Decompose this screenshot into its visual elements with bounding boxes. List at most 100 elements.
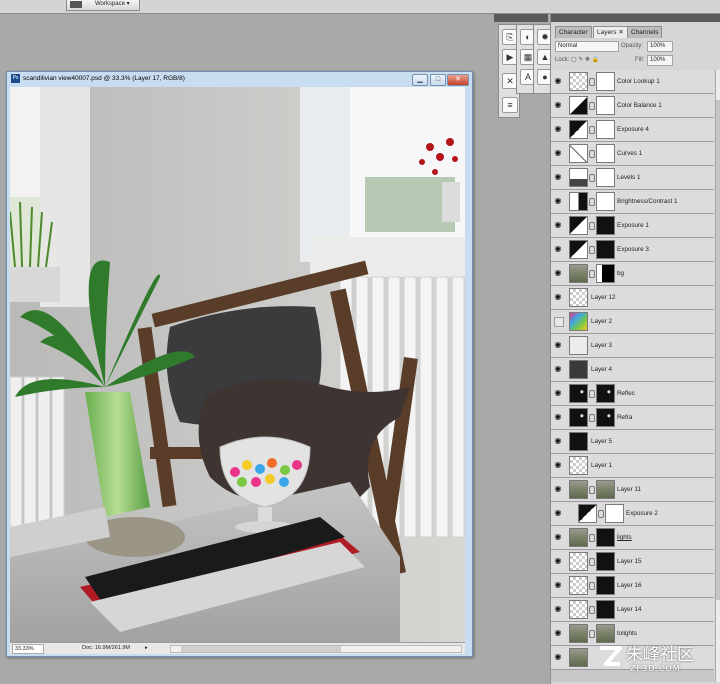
blend-mode-select[interactable]: Normal: [555, 41, 619, 52]
layer-mask-thumbnail[interactable]: [596, 600, 615, 619]
adjustment-thumbnail-icon[interactable]: [569, 192, 588, 211]
eye-visibility-icon[interactable]: ◉: [553, 364, 563, 374]
minimize-button[interactable]: ▁: [412, 74, 428, 86]
layer-mask-thumbnail[interactable]: [596, 144, 615, 163]
chain-link-icon[interactable]: [589, 534, 595, 542]
close-button[interactable]: ✕: [447, 74, 469, 86]
eye-visibility-icon[interactable]: ◉: [553, 460, 563, 470]
chain-link-icon[interactable]: [589, 558, 595, 566]
eye-visibility-icon[interactable]: ◉: [553, 76, 563, 86]
layer-thumbnail[interactable]: [569, 432, 588, 451]
eye-visibility-icon[interactable]: ◉: [553, 628, 563, 638]
document-title-bar[interactable]: Ps scandilivian view40007.psd @ 33.3% (La…: [11, 72, 185, 86]
eye-visibility-icon[interactable]: ◉: [553, 172, 563, 182]
layer-mask-thumbnail[interactable]: [596, 384, 615, 403]
layer-thumbnail[interactable]: [569, 456, 588, 475]
chain-link-icon[interactable]: [589, 582, 595, 590]
adjustment-thumbnail-icon[interactable]: [569, 216, 588, 235]
fill-field[interactable]: 100%: [647, 55, 673, 66]
layer-mask-thumbnail[interactable]: [596, 576, 615, 595]
chain-link-icon[interactable]: [589, 630, 595, 638]
eye-visibility-icon[interactable]: ◉: [553, 124, 563, 134]
tools-panel-header[interactable]: [494, 14, 548, 22]
layer-thumbnail[interactable]: [569, 624, 588, 643]
layer-mask-thumbnail[interactable]: [596, 408, 615, 427]
adjustment-thumbnail-icon[interactable]: [569, 144, 588, 163]
document-canvas[interactable]: [10, 87, 465, 642]
chain-link-icon[interactable]: [598, 510, 604, 518]
adjustment-thumbnail-icon[interactable]: [569, 168, 588, 187]
chain-link-icon[interactable]: [589, 102, 595, 110]
scrollbar-thumb[interactable]: [181, 646, 341, 652]
eye-visibility-icon[interactable]: ◉: [553, 556, 563, 566]
layer-mask-thumbnail[interactable]: [596, 168, 615, 187]
layer-row[interactable]: Layer 2: [551, 310, 714, 334]
lock-icons[interactable]: ▢ ✎ ✥ 🔒: [571, 54, 599, 66]
layer-row[interactable]: ◉ Exposure 3: [551, 238, 714, 262]
notes-icon[interactable]: ≡: [502, 97, 518, 113]
layer-mask-thumbnail[interactable]: [596, 264, 615, 283]
layer-row[interactable]: ◉ bg: [551, 262, 714, 286]
chain-link-icon[interactable]: [589, 126, 595, 134]
layer-row[interactable]: ◉ Refra: [551, 406, 714, 430]
layer-row[interactable]: ◉ Reflec: [551, 382, 714, 406]
tab-character[interactable]: Character: [555, 26, 592, 38]
chain-link-icon[interactable]: [589, 414, 595, 422]
workspace-button[interactable]: Workspace ▾: [66, 0, 140, 11]
eye-visibility-icon[interactable]: ◉: [553, 220, 563, 230]
chain-link-icon[interactable]: [589, 606, 595, 614]
maximize-button[interactable]: □: [430, 74, 446, 86]
layer-thumbnail[interactable]: [569, 384, 588, 403]
eye-visibility-icon[interactable]: ◉: [553, 196, 563, 206]
eye-visibility-icon[interactable]: ◉: [553, 100, 563, 110]
layer-row[interactable]: ◉ Layer 12: [551, 286, 714, 310]
horizontal-scrollbar[interactable]: [170, 645, 462, 653]
chain-link-icon[interactable]: [589, 270, 595, 278]
status-menu-arrow-icon[interactable]: ▸: [145, 643, 148, 654]
layer-thumbnail[interactable]: [569, 552, 588, 571]
eye-visibility-icon[interactable]: ◉: [553, 652, 563, 662]
eye-visibility-icon[interactable]: ◉: [553, 436, 563, 446]
chain-link-icon[interactable]: [589, 222, 595, 230]
layer-row[interactable]: ◉ lights: [551, 526, 714, 550]
layer-row[interactable]: ◉ Curves 1: [551, 142, 714, 166]
layer-mask-thumbnail[interactable]: [596, 480, 615, 499]
layer-row[interactable]: ◉ Layer 5: [551, 430, 714, 454]
chain-link-icon[interactable]: [589, 78, 595, 86]
layer-row[interactable]: ◉ Layer 4: [551, 358, 714, 382]
layer-row[interactable]: ◉ Layer 16: [551, 574, 714, 598]
layer-thumbnail[interactable]: [569, 528, 588, 547]
layer-row[interactable]: ◉ Exposure 1: [551, 214, 714, 238]
chain-link-icon[interactable]: [589, 390, 595, 398]
layer-row[interactable]: ◉ Layer 3: [551, 334, 714, 358]
tab-layers[interactable]: Layers ✕: [593, 26, 628, 38]
layer-row[interactable]: ◉ Levels 1: [551, 166, 714, 190]
layer-thumbnail[interactable]: [569, 312, 588, 331]
layer-thumbnail[interactable]: [569, 408, 588, 427]
opacity-field[interactable]: 100%: [647, 41, 673, 52]
eye-visibility-icon[interactable]: ◉: [553, 580, 563, 590]
layer-mask-thumbnail[interactable]: [605, 504, 624, 523]
zoom-level-field[interactable]: 33.33%: [12, 644, 44, 654]
layer-row[interactable]: ◉ Layer 1: [551, 454, 714, 478]
tab-channels[interactable]: Channels: [627, 26, 663, 38]
layer-mask-thumbnail[interactable]: [596, 96, 615, 115]
chain-link-icon[interactable]: [589, 198, 595, 206]
layer-row[interactable]: ◉ Exposure 2: [551, 502, 714, 526]
layer-mask-thumbnail[interactable]: [596, 216, 615, 235]
layer-mask-thumbnail[interactable]: [596, 120, 615, 139]
chain-link-icon[interactable]: [589, 246, 595, 254]
layer-row[interactable]: ◉ Color Balance 1: [551, 94, 714, 118]
layer-thumbnail[interactable]: [569, 288, 588, 307]
layer-thumbnail[interactable]: [569, 576, 588, 595]
adjustment-thumbnail-icon[interactable]: [569, 240, 588, 259]
layer-row[interactable]: ◉ Exposure 4: [551, 118, 714, 142]
layer-thumbnail[interactable]: [569, 600, 588, 619]
layers-scrollbar-thumb[interactable]: [716, 100, 720, 600]
eye-visibility-icon[interactable]: ◉: [553, 388, 563, 398]
layer-mask-thumbnail[interactable]: [596, 552, 615, 571]
eye-visibility-icon[interactable]: ◉: [553, 268, 563, 278]
eye-visibility-icon[interactable]: ◉: [553, 292, 563, 302]
eye-visibility-icon[interactable]: ◉: [553, 412, 563, 422]
layer-row[interactable]: ◉ Brightness/Contrast 1: [551, 190, 714, 214]
